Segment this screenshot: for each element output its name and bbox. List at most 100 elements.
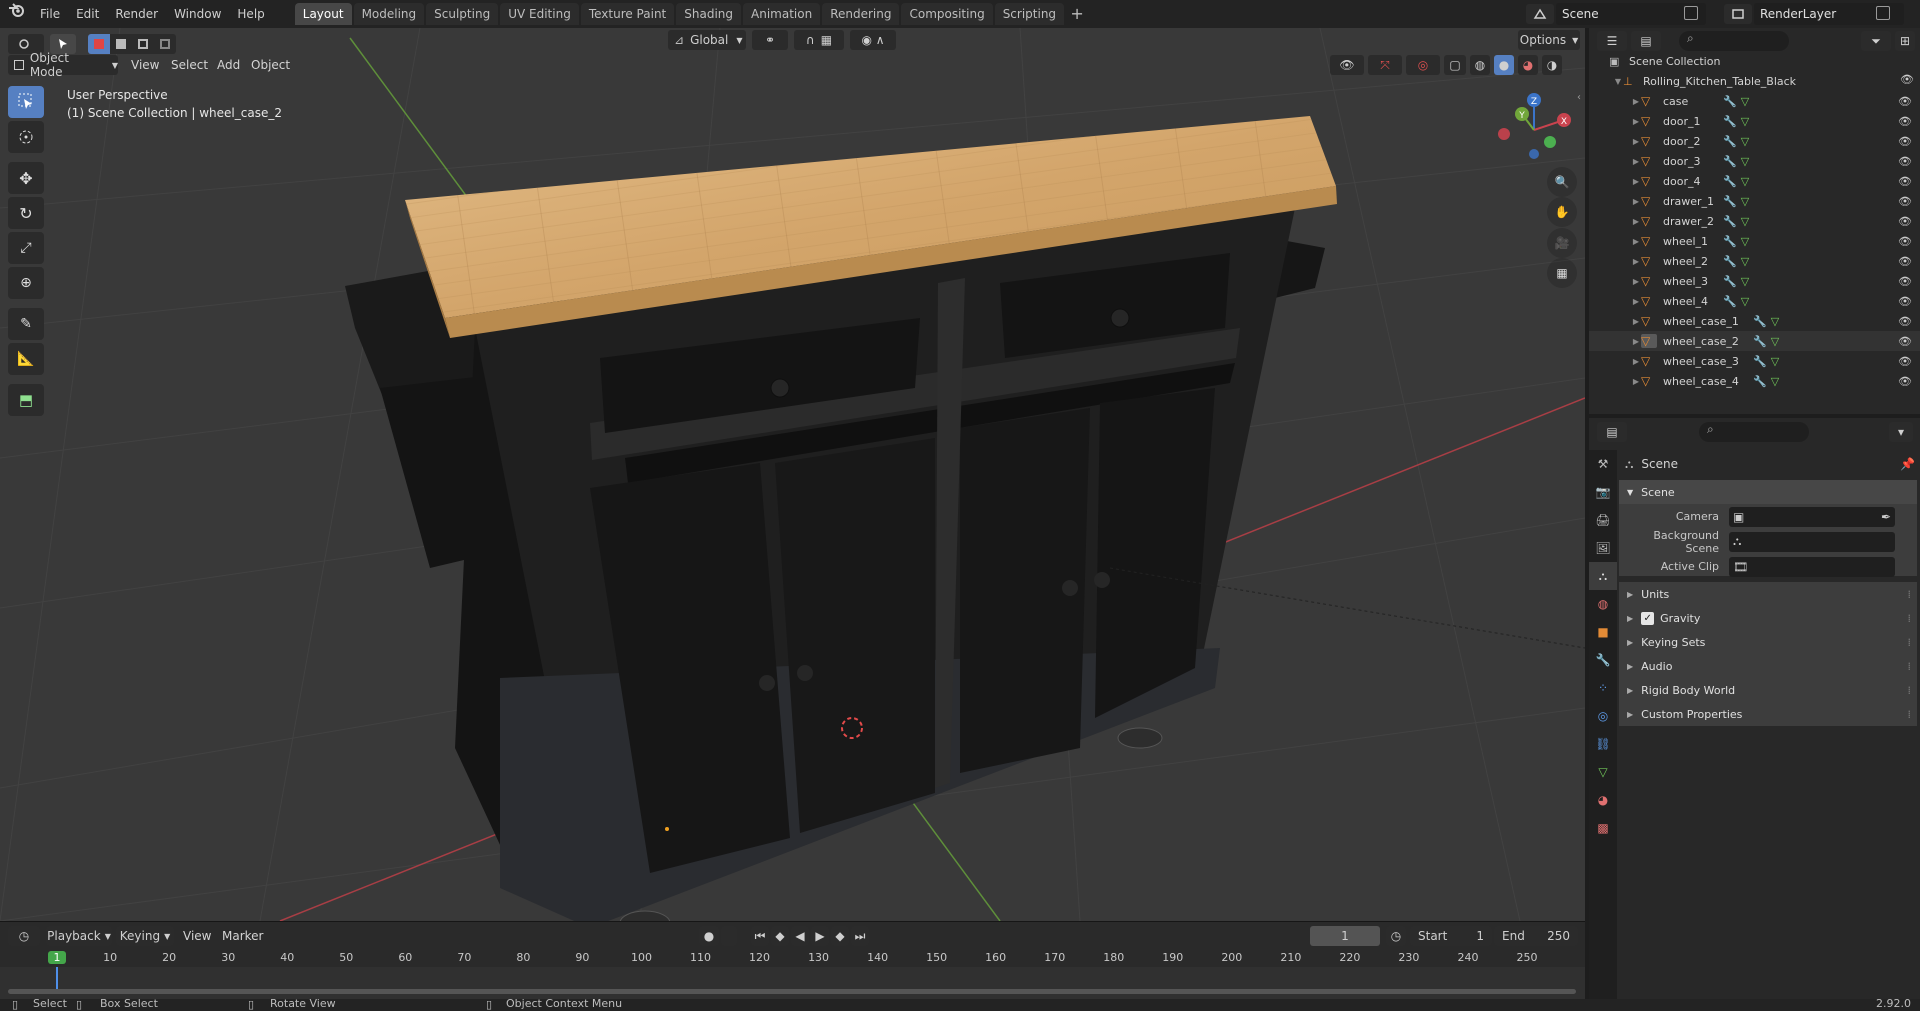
display-mode-button[interactable]: ▤	[1631, 31, 1661, 51]
annotate-tool-icon[interactable]: ✎	[8, 308, 44, 340]
navigation-gizmo[interactable]: Z X Y	[1494, 90, 1574, 170]
eye-visibility-icon[interactable]: 👁	[1898, 375, 1912, 388]
expand-icon[interactable]: ▼	[1613, 77, 1623, 86]
scale-tool-icon[interactable]: ⤢	[8, 232, 44, 264]
menu-object[interactable]: Object	[251, 58, 290, 72]
tab-shading[interactable]: Shading	[676, 3, 741, 25]
menu-window[interactable]: Window	[166, 0, 229, 28]
output-tab-icon[interactable]: 🖨	[1589, 506, 1617, 534]
filter-button[interactable]: ⏷	[1861, 31, 1891, 51]
outliner-row-door-1[interactable]: ▶ ▽ door_1 🔧 ▽ 👁	[1589, 111, 1920, 131]
view-layer-icon[interactable]	[1724, 4, 1752, 24]
expand-icon[interactable]: ▶	[1631, 317, 1641, 326]
pan-hand-icon[interactable]: ✋	[1547, 197, 1577, 227]
transform-tool-icon[interactable]: ⊕	[8, 267, 44, 299]
auto-keying-options[interactable]	[721, 926, 737, 946]
eye-visibility-icon[interactable]: 👁	[1898, 195, 1912, 208]
wrench-modifier-icon[interactable]: 🔧	[1753, 375, 1767, 388]
gizmo-toggle-icon[interactable]: ⤧	[1368, 55, 1402, 75]
current-frame-field[interactable]: 1	[1310, 926, 1380, 946]
mesh-data-icon[interactable]: ▽	[1741, 95, 1749, 108]
tab-uv-editing[interactable]: UV Editing	[500, 3, 579, 25]
mesh-data-icon[interactable]: ▽	[1741, 115, 1749, 128]
object-visibility-icon[interactable]: 👁	[1330, 55, 1364, 75]
timeline-scrollbar[interactable]	[8, 989, 1576, 994]
frame-ruler[interactable]: 1 10 20 30 40 50 60 70 80 90 100 110 120 130 140 150 160…	[0, 949, 1585, 999]
solid-shading-icon[interactable]: ●	[1494, 55, 1514, 75]
end-frame-field[interactable]: End 250	[1494, 926, 1578, 946]
outliner-row-door-3[interactable]: ▶ ▽ door_3 🔧 ▽ 👁	[1589, 151, 1920, 171]
outliner-row-wheel-2[interactable]: ▶ ▽ wheel_2 🔧 ▽ 👁	[1589, 251, 1920, 271]
expand-icon[interactable]: ▶	[1631, 197, 1641, 206]
eyedropper-icon[interactable]: ✒	[1881, 510, 1891, 524]
subpanel-rigid-body-world[interactable]: ▶ Rigid Body World ⁞	[1619, 678, 1917, 702]
eye-visibility-icon[interactable]: 👁	[1898, 95, 1912, 108]
eye-visibility-icon[interactable]: 👁	[1898, 175, 1912, 188]
object-tab-icon[interactable]: ■	[1589, 618, 1617, 646]
mesh-data-icon[interactable]: ▽	[1741, 235, 1749, 248]
properties-editor-type-button[interactable]: ▤	[1597, 422, 1627, 442]
outliner-row-drawer-2[interactable]: ▶ ▽ drawer_2 🔧 ▽ 👁	[1589, 211, 1920, 231]
rendered-shading-icon[interactable]: ◑	[1542, 55, 1562, 75]
preview-range-toggle[interactable]: ◷	[1386, 926, 1406, 946]
subpanel-units[interactable]: ▶ Units ⁞	[1619, 582, 1917, 606]
timeline-menu-view[interactable]: View	[183, 929, 211, 943]
outliner-row-wheel-3[interactable]: ▶ ▽ wheel_3 🔧 ▽ 👁	[1589, 271, 1920, 291]
camera-field[interactable]: ▣ ✒	[1729, 506, 1895, 527]
eye-visibility-icon[interactable]: 👁	[1898, 115, 1912, 128]
outliner-row-collection[interactable]: ▼ ⊥ Rolling_Kitchen_Table_Black	[1589, 71, 1920, 91]
mesh-data-icon[interactable]: ▽	[1771, 355, 1779, 368]
new-scene-icon[interactable]	[1684, 6, 1698, 20]
xray-toggle-icon[interactable]: ▢	[1444, 55, 1466, 75]
mesh-data-icon[interactable]: ▽	[1771, 315, 1779, 328]
options-dropdown[interactable]: Options ▼	[1518, 30, 1580, 50]
proportional-edit-button[interactable]: ◉ ∧	[850, 30, 896, 50]
menu-add[interactable]: Add	[217, 58, 240, 72]
subpanel-keying-sets[interactable]: ▶ Keying Sets ⁞	[1619, 630, 1917, 654]
outliner-row-scene-collection[interactable]: ▣ Scene Collection	[1589, 51, 1920, 71]
tab-layout[interactable]: Layout	[294, 3, 352, 25]
outliner-search-input[interactable]: ⌕	[1679, 31, 1789, 51]
material-tab-icon[interactable]: ◕	[1589, 786, 1617, 814]
eye-visibility-icon[interactable]: 👁	[1898, 155, 1912, 168]
play-button[interactable]: ▶	[811, 926, 829, 946]
scene-tab-icon[interactable]: ⛬	[1589, 562, 1617, 590]
kitchen-table-model[interactable]	[345, 116, 1337, 921]
outliner-row-door-2[interactable]: ▶ ▽ door_2 🔧 ▽ 👁	[1589, 131, 1920, 151]
scene-panel-header[interactable]: ▼ Scene	[1619, 480, 1917, 504]
select-extend-icon[interactable]	[110, 34, 132, 54]
wrench-modifier-icon[interactable]: 🔧	[1723, 215, 1737, 228]
menu-render[interactable]: Render	[107, 0, 166, 28]
active-clip-field[interactable]: 🎞	[1729, 556, 1895, 577]
properties-options-button[interactable]: ▾	[1889, 422, 1913, 442]
menu-view[interactable]: View	[131, 58, 159, 72]
record-button[interactable]: ●	[699, 926, 719, 946]
outliner-row-door-4[interactable]: ▶ ▽ door_4 🔧 ▽ 👁	[1589, 171, 1920, 191]
expand-icon[interactable]: ▶	[1631, 377, 1641, 386]
add-cube-tool-icon[interactable]: ⬒	[8, 384, 44, 416]
eye-visibility-icon[interactable]: 👁	[1898, 235, 1912, 248]
playback-dropdown[interactable]: Playback ▼	[46, 926, 112, 946]
eye-visibility-icon[interactable]: 👁	[1898, 215, 1912, 228]
rotate-tool-icon[interactable]: ↻	[8, 197, 44, 229]
physics-tab-icon[interactable]: ◎	[1589, 702, 1617, 730]
timeline-editor-type-button[interactable]: ◷	[8, 926, 40, 946]
drag-handle-icon[interactable]: ⁞	[1908, 588, 1912, 601]
expand-icon[interactable]: ▶	[1631, 137, 1641, 146]
wrench-modifier-icon[interactable]: 🔧	[1723, 235, 1737, 248]
eye-visibility-icon[interactable]: 👁	[1898, 295, 1912, 308]
eye-visibility-icon[interactable]: 👁	[1898, 335, 1912, 348]
new-view-layer-icon[interactable]	[1876, 6, 1890, 20]
expand-icon[interactable]: ▶	[1631, 217, 1641, 226]
chevron-left-icon[interactable]: ‹	[1577, 92, 1581, 103]
select-invert-icon[interactable]	[154, 34, 176, 54]
mesh-data-icon[interactable]: ▽	[1741, 275, 1749, 288]
subpanel-gravity[interactable]: ▶ ✓ Gravity ⁞	[1619, 606, 1917, 630]
mesh-data-icon[interactable]: ▽	[1771, 375, 1779, 388]
menu-select[interactable]: Select	[171, 58, 208, 72]
outliner-row-wheel-case-4[interactable]: ▶ ▽ wheel_case_4 🔧 ▽ 👁	[1589, 371, 1920, 391]
select-box-tool-icon[interactable]	[8, 86, 44, 118]
camera-view-icon[interactable]: 🎥	[1547, 228, 1577, 258]
pivot-point-button[interactable]: ⚭	[752, 30, 788, 50]
mesh-data-icon[interactable]: ▽	[1741, 215, 1749, 228]
